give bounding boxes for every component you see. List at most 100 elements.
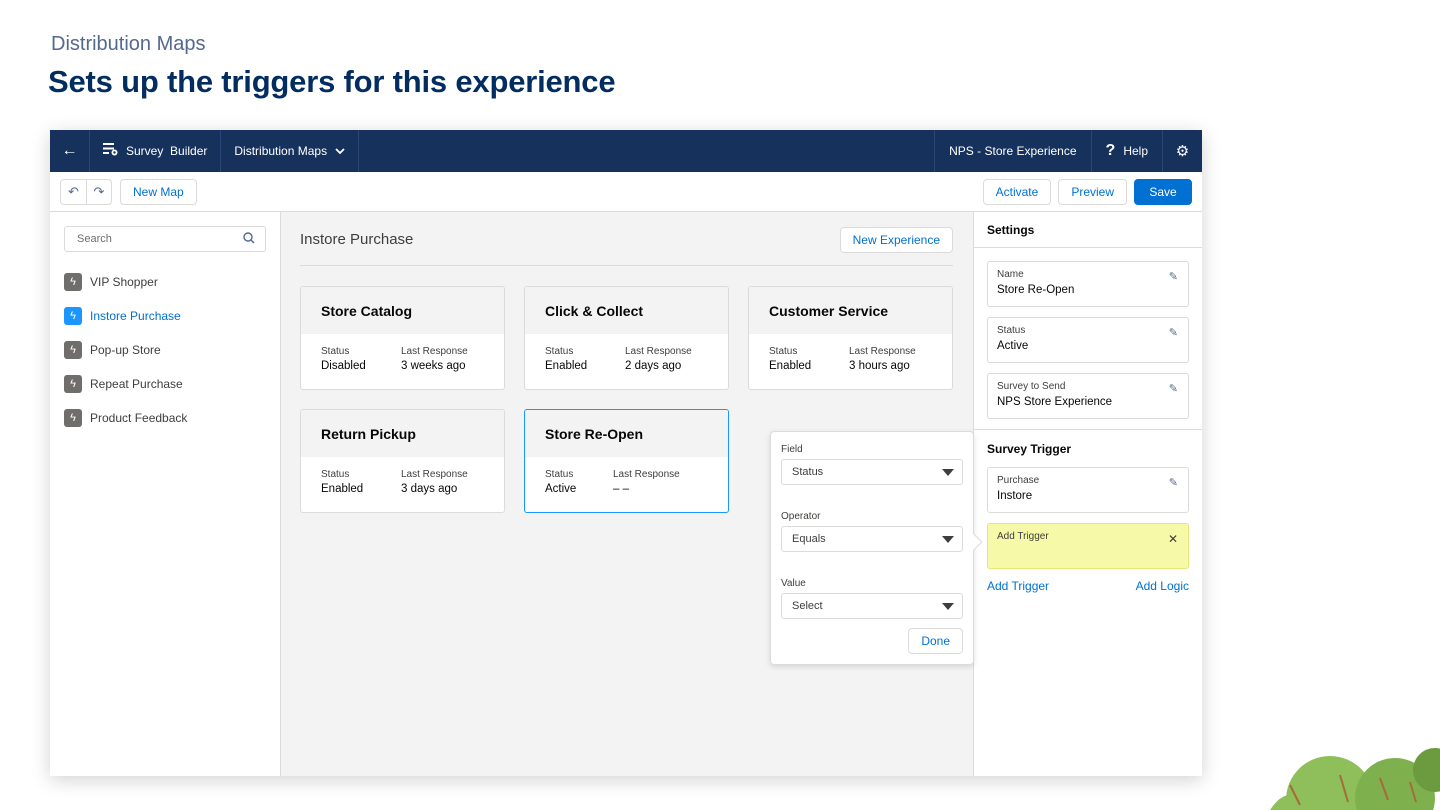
search-placeholder: Search [77, 233, 112, 245]
back-arrow-icon: ← [61, 142, 78, 159]
pencil-icon[interactable]: ✎ [1169, 326, 1178, 339]
sidebar-item-product-feedback[interactable]: ϟ Product Feedback [64, 401, 266, 435]
experience-card-store-catalog[interactable]: Store Catalog Status Disabled Last Respon… [300, 286, 505, 390]
sidebar-item-vip-shopper[interactable]: ϟ VIP Shopper [64, 265, 266, 299]
back-button[interactable]: ← [50, 130, 90, 172]
survey-builder-app: ← Survey Builder Distribution Maps NPS -… [50, 130, 1202, 776]
status-value: Disabled [321, 360, 366, 372]
field-select-value: Status [792, 466, 824, 478]
field-label: Name [997, 269, 1024, 280]
status-value: Enabled [769, 360, 812, 372]
last-response-label: Last Response [625, 346, 692, 357]
undo-icon[interactable]: ↶ [61, 180, 86, 204]
undo-redo-group: ↶ ↷ [60, 178, 112, 205]
experience-card-store-re-open[interactable]: Store Re-Open Status Active Last Response… [524, 409, 729, 513]
divider [300, 265, 953, 266]
trigger-popover: Field Status Operator Equals Value Selec… [770, 431, 983, 665]
status-field[interactable]: Status Active ✎ [987, 317, 1189, 363]
experience-name[interactable]: NPS - Store Experience [934, 130, 1090, 172]
bolt-icon: ϟ [64, 409, 82, 427]
name-field[interactable]: Name Store Re-Open ✎ [987, 261, 1189, 307]
app-name: Survey Builder [126, 144, 208, 158]
sidebar-item-label: Product Feedback [90, 411, 188, 425]
add-trigger-box[interactable]: Add Trigger ✕ [987, 523, 1189, 569]
status-label: Status [769, 346, 798, 357]
slide-eyebrow: Distribution Maps [51, 33, 206, 55]
survey-trigger-title: Survey Trigger [974, 429, 1202, 467]
save-button[interactable]: Save [1134, 178, 1192, 205]
survey-to-send-field[interactable]: Survey to Send NPS Store Experience ✎ [987, 373, 1189, 419]
field-value: Active [997, 340, 1029, 352]
preview-button[interactable]: Preview [1058, 178, 1127, 205]
new-map-button[interactable]: New Map [120, 178, 197, 205]
last-response-label: Last Response [849, 346, 916, 357]
top-nav-bar: ← Survey Builder Distribution Maps NPS -… [50, 130, 1202, 172]
bolt-icon: ϟ [64, 307, 82, 325]
close-icon[interactable]: ✕ [1168, 532, 1178, 546]
operator-select-value: Equals [792, 533, 826, 545]
last-response-label: Last Response [401, 469, 468, 480]
card-title: Customer Service [749, 287, 952, 334]
new-experience-button[interactable]: New Experience [839, 226, 953, 253]
done-button[interactable]: Done [908, 628, 963, 654]
field-label: Status [997, 325, 1026, 336]
pencil-icon[interactable]: ✎ [1169, 476, 1178, 489]
last-response-value: – – [613, 483, 629, 495]
sidebar-item-pop-up-store[interactable]: ϟ Pop-up Store [64, 333, 266, 367]
value-select-value: Select [792, 600, 823, 612]
card-title: Store Re-Open [525, 410, 728, 457]
sidebar-item-label: Repeat Purchase [90, 377, 183, 391]
purchase-trigger-field[interactable]: Purchase Instore ✎ [987, 467, 1189, 513]
field-value: NPS Store Experience [997, 396, 1113, 408]
add-logic-link[interactable]: Add Logic [1136, 579, 1189, 593]
field-value: Instore [997, 490, 1033, 502]
add-trigger-link[interactable]: Add Trigger [987, 579, 1049, 593]
experience-card-return-pickup[interactable]: Return Pickup Status Enabled Last Respons… [300, 409, 505, 513]
sidebar-item-label: VIP Shopper [90, 275, 158, 289]
field-value: Store Re-Open [997, 284, 1075, 296]
redo-icon[interactable]: ↷ [86, 179, 111, 204]
caret-down-icon [942, 468, 954, 476]
search-input[interactable]: Search [64, 226, 266, 252]
sidebar-item-instore-purchase[interactable]: ϟ Instore Purchase [64, 299, 266, 333]
activate-button[interactable]: Activate [982, 178, 1052, 205]
status-value: Enabled [321, 483, 364, 495]
caret-down-icon [942, 602, 954, 610]
card-title: Return Pickup [301, 410, 504, 457]
tree-illustration [1230, 740, 1440, 810]
app-switcher[interactable]: Survey Builder [90, 130, 222, 172]
operator-select[interactable]: Equals [781, 526, 963, 552]
bolt-icon: ϟ [64, 273, 82, 291]
field-label: Survey to Send [997, 381, 1066, 392]
last-response-value: 3 hours ago [849, 360, 910, 372]
experience-card-customer-service[interactable]: Customer Service Status Enabled Last Resp… [748, 286, 953, 390]
last-response-label: Last Response [401, 346, 468, 357]
value-select[interactable]: Select [781, 593, 963, 619]
status-value: Enabled [545, 360, 588, 372]
last-response-value: 2 days ago [625, 360, 682, 372]
help-button[interactable]: ? Help [1090, 130, 1162, 172]
pencil-icon[interactable]: ✎ [1169, 382, 1178, 395]
card-title: Store Catalog [301, 287, 504, 334]
distribution-maps-menu[interactable]: Distribution Maps [221, 130, 360, 172]
bolt-icon: ϟ [64, 375, 82, 393]
pencil-icon[interactable]: ✎ [1169, 270, 1178, 283]
survey-builder-icon [103, 143, 118, 159]
add-trigger-box-label: Add Trigger [997, 531, 1049, 542]
menu-label: Distribution Maps [234, 144, 328, 158]
last-response-value: 3 days ago [401, 483, 458, 495]
card-title: Click & Collect [525, 287, 728, 334]
settings-title: Settings [974, 212, 1202, 248]
search-icon [243, 231, 255, 247]
settings-gear-button[interactable]: ⚙ [1162, 130, 1202, 172]
slide-title: Sets up the triggers for this experience [48, 64, 616, 99]
sidebar-item-repeat-purchase[interactable]: ϟ Repeat Purchase [64, 367, 266, 401]
experience-card-click-collect[interactable]: Click & Collect Status Enabled Last Respo… [524, 286, 729, 390]
status-label: Status [321, 469, 350, 480]
caret-down-icon [942, 535, 954, 543]
sidebar-item-label: Instore Purchase [90, 309, 181, 323]
value-label: Value [781, 578, 806, 589]
settings-panel: Settings Name Store Re-Open ✎ Status Act… [973, 212, 1202, 776]
field-select[interactable]: Status [781, 459, 963, 485]
sidebar: Search ϟ VIP Shopper ϟ Instore Purchase ϟP… [50, 212, 281, 776]
